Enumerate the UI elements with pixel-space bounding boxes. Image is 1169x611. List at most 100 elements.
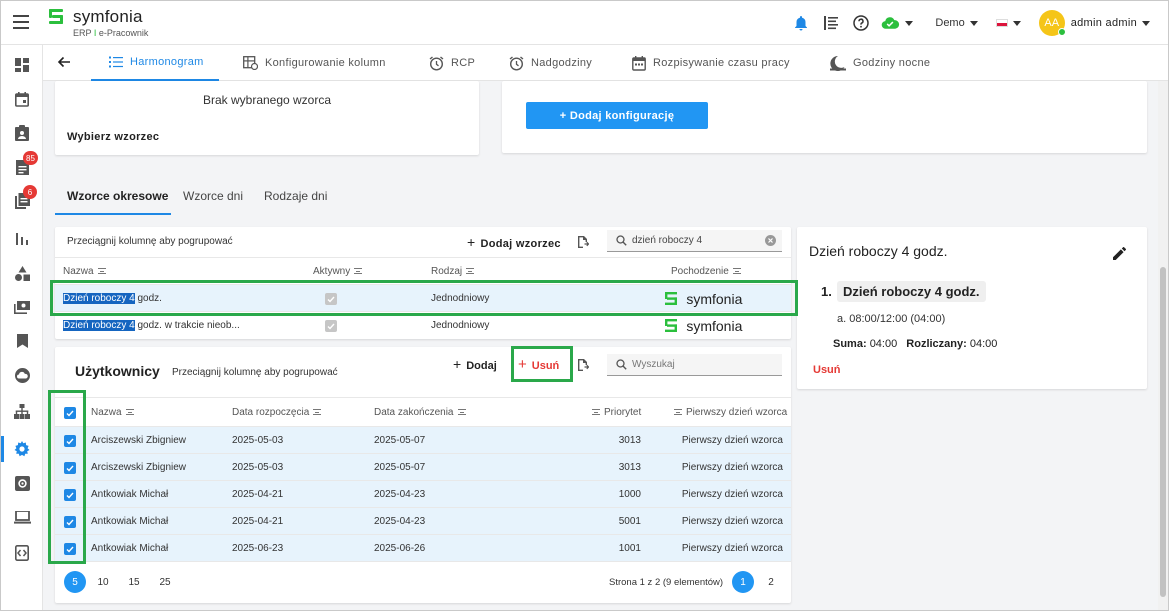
bookmark-icon[interactable]: [12, 331, 32, 351]
col-active[interactable]: Aktywny: [313, 266, 363, 277]
detail-item-number: 1.: [821, 284, 832, 299]
scrollbar-thumb[interactable]: [1160, 267, 1166, 597]
chevron-down-icon: [905, 20, 914, 26]
table-row[interactable]: Antkowiak Michał 2025-04-21 2025-04-23 5001…: [55, 508, 791, 535]
tab-periodic-patterns[interactable]: Wzorce okresowe: [55, 181, 171, 215]
first-day: Pierwszy dzień wzorca: [681, 489, 783, 500]
page-scrollbar[interactable]: [1158, 81, 1168, 610]
clipboard-user-icon[interactable]: [12, 123, 32, 143]
export-icon[interactable]: [577, 236, 590, 251]
page-size-25[interactable]: 25: [154, 571, 176, 593]
table-row[interactable]: Antkowiak Michał 2025-06-23 2025-06-26 1001…: [55, 535, 791, 562]
detail-title: Dzień roboczy 4 godz.: [809, 243, 948, 259]
pattern-card: Brak wybranego wzorca Wybierz wzorzec: [55, 81, 479, 155]
group-hint: Przeciągnij kolumnę aby pogrupować: [67, 236, 233, 247]
user-search-input[interactable]: Wyszukaj: [607, 354, 782, 376]
end-date: 2025-05-07: [374, 435, 426, 446]
bell-icon[interactable]: [791, 13, 811, 33]
tab-overtime[interactable]: Nadgodziny: [509, 45, 592, 81]
menu-icon[interactable]: [13, 15, 29, 29]
settings-box-icon[interactable]: [12, 473, 32, 493]
money-icon[interactable]: [12, 297, 32, 317]
export-icon[interactable]: [577, 359, 590, 374]
clear-search-icon[interactable]: [765, 235, 776, 246]
settings-gear-icon[interactable]: [12, 439, 32, 459]
laptop-icon[interactable]: [12, 507, 32, 527]
col-priority[interactable]: Priorytet: [592, 407, 641, 418]
code-document-icon[interactable]: [12, 543, 32, 563]
page-2[interactable]: 2: [760, 571, 782, 593]
notification-badge: 85: [23, 151, 38, 165]
cloud-icon[interactable]: [12, 365, 32, 385]
user-menu[interactable]: admin admin: [1071, 17, 1150, 29]
avatar[interactable]: AA: [1038, 10, 1066, 36]
page-size-15[interactable]: 15: [123, 571, 145, 593]
poland-flag-icon[interactable]: [995, 19, 1008, 27]
tab-column-config[interactable]: Konfigurowanie kolumn: [243, 45, 386, 81]
add-user-button[interactable]: + Dodaj: [453, 356, 497, 372]
tab-day-patterns[interactable]: Wzorce dni: [183, 181, 243, 215]
cloud-sync-icon[interactable]: [881, 13, 914, 33]
end-date: 2025-04-23: [374, 516, 426, 527]
table-row[interactable]: Arciszewski Zbigniew 2025-05-03 2025-05-07…: [55, 454, 791, 481]
add-pattern-button[interactable]: + Dodaj wzorzec: [467, 234, 561, 250]
pattern-search-input[interactable]: dzień roboczy 4: [607, 230, 782, 252]
dashboard-icon[interactable]: [12, 55, 32, 75]
col-end-date[interactable]: Data zakończenia: [374, 407, 466, 418]
page-info: Strona 1 z 2 (9 elementów): [609, 577, 724, 588]
help-icon[interactable]: [851, 13, 871, 33]
col-name[interactable]: Nazwa: [91, 407, 134, 418]
table-row[interactable]: Dzień roboczy 4 godz. w trakcie nieob...…: [55, 312, 791, 339]
bar-chart-icon[interactable]: [12, 229, 32, 249]
table-row[interactable]: Antkowiak Michał 2025-04-21 2025-04-23 1000…: [55, 481, 791, 508]
calendar-icon: [632, 55, 646, 71]
search-icon: [616, 359, 627, 370]
user-name: Arciszewski Zbigniew: [91, 435, 187, 446]
tab-harmonogram[interactable]: Harmonogram: [91, 45, 219, 81]
start-date: 2025-04-21: [232, 516, 284, 527]
tab-night-hours[interactable]: Godziny nocne: [830, 45, 930, 81]
tab-day-types[interactable]: Rodzaje dni: [264, 181, 327, 215]
notification-badge: 6: [23, 185, 37, 199]
tab-rcp[interactable]: RCP: [429, 45, 475, 81]
detail-remove-button[interactable]: Usuń: [813, 364, 841, 376]
add-configuration-button[interactable]: + Dodaj konfigurację: [526, 102, 708, 129]
detail-item-title: Dzień roboczy 4 godz.: [837, 281, 986, 302]
chevron-down-icon[interactable]: [1012, 20, 1021, 26]
pattern-detail-card: Dzień roboczy 4 godz. 1. Dzień roboczy 4…: [797, 227, 1147, 389]
page-1[interactable]: 1: [732, 571, 754, 593]
document-icon[interactable]: 85: [12, 151, 38, 177]
shapes-icon[interactable]: [12, 263, 32, 283]
user-name: Antkowiak Michał: [91, 516, 169, 527]
page-size-5[interactable]: 5: [64, 571, 86, 593]
pattern-type: Jednodniowy: [431, 320, 490, 331]
symfonia-origin-logo: symfonia: [665, 318, 742, 334]
col-type[interactable]: Rodzaj: [431, 266, 475, 277]
users-grid: Użytkownicy Przeciągnij kolumnę aby pogr…: [55, 347, 791, 603]
col-first-day[interactable]: Pierwszy dzień wzorca: [674, 407, 787, 418]
end-date: 2025-04-23: [374, 489, 426, 500]
company-selector[interactable]: Demo: [935, 17, 978, 29]
highlight-checkboxes: [48, 390, 86, 564]
back-arrow-icon[interactable]: [57, 55, 71, 69]
chevron-down-icon: [1142, 20, 1150, 26]
table-row[interactable]: Arciszewski Zbigniew 2025-05-03 2025-05-07…: [55, 427, 791, 454]
list-icon: [109, 56, 123, 68]
col-start-date[interactable]: Data rozpoczęcia: [232, 407, 322, 418]
filter-icon: [732, 268, 741, 275]
edit-pencil-icon[interactable]: [1113, 246, 1127, 263]
choose-pattern-label[interactable]: Wybierz wzorzec: [67, 131, 159, 143]
start-date: 2025-05-03: [232, 462, 284, 473]
col-origin[interactable]: Pochodzenie: [671, 266, 741, 277]
online-status-icon: [1057, 28, 1066, 36]
alarm-clock-icon: [509, 55, 524, 71]
priority: 1001: [618, 543, 641, 554]
page-size-10[interactable]: 10: [92, 571, 114, 593]
task-list-icon[interactable]: [821, 13, 841, 33]
org-chart-icon[interactable]: [12, 401, 32, 421]
calendar-icon[interactable]: [12, 89, 32, 109]
col-name[interactable]: Nazwa: [63, 266, 106, 277]
user-name: Antkowiak Michał: [91, 543, 169, 554]
tab-work-time-schedule[interactable]: Rozpisywanie czasu pracy: [632, 45, 790, 81]
documents-stack-icon[interactable]: 6: [12, 185, 37, 211]
